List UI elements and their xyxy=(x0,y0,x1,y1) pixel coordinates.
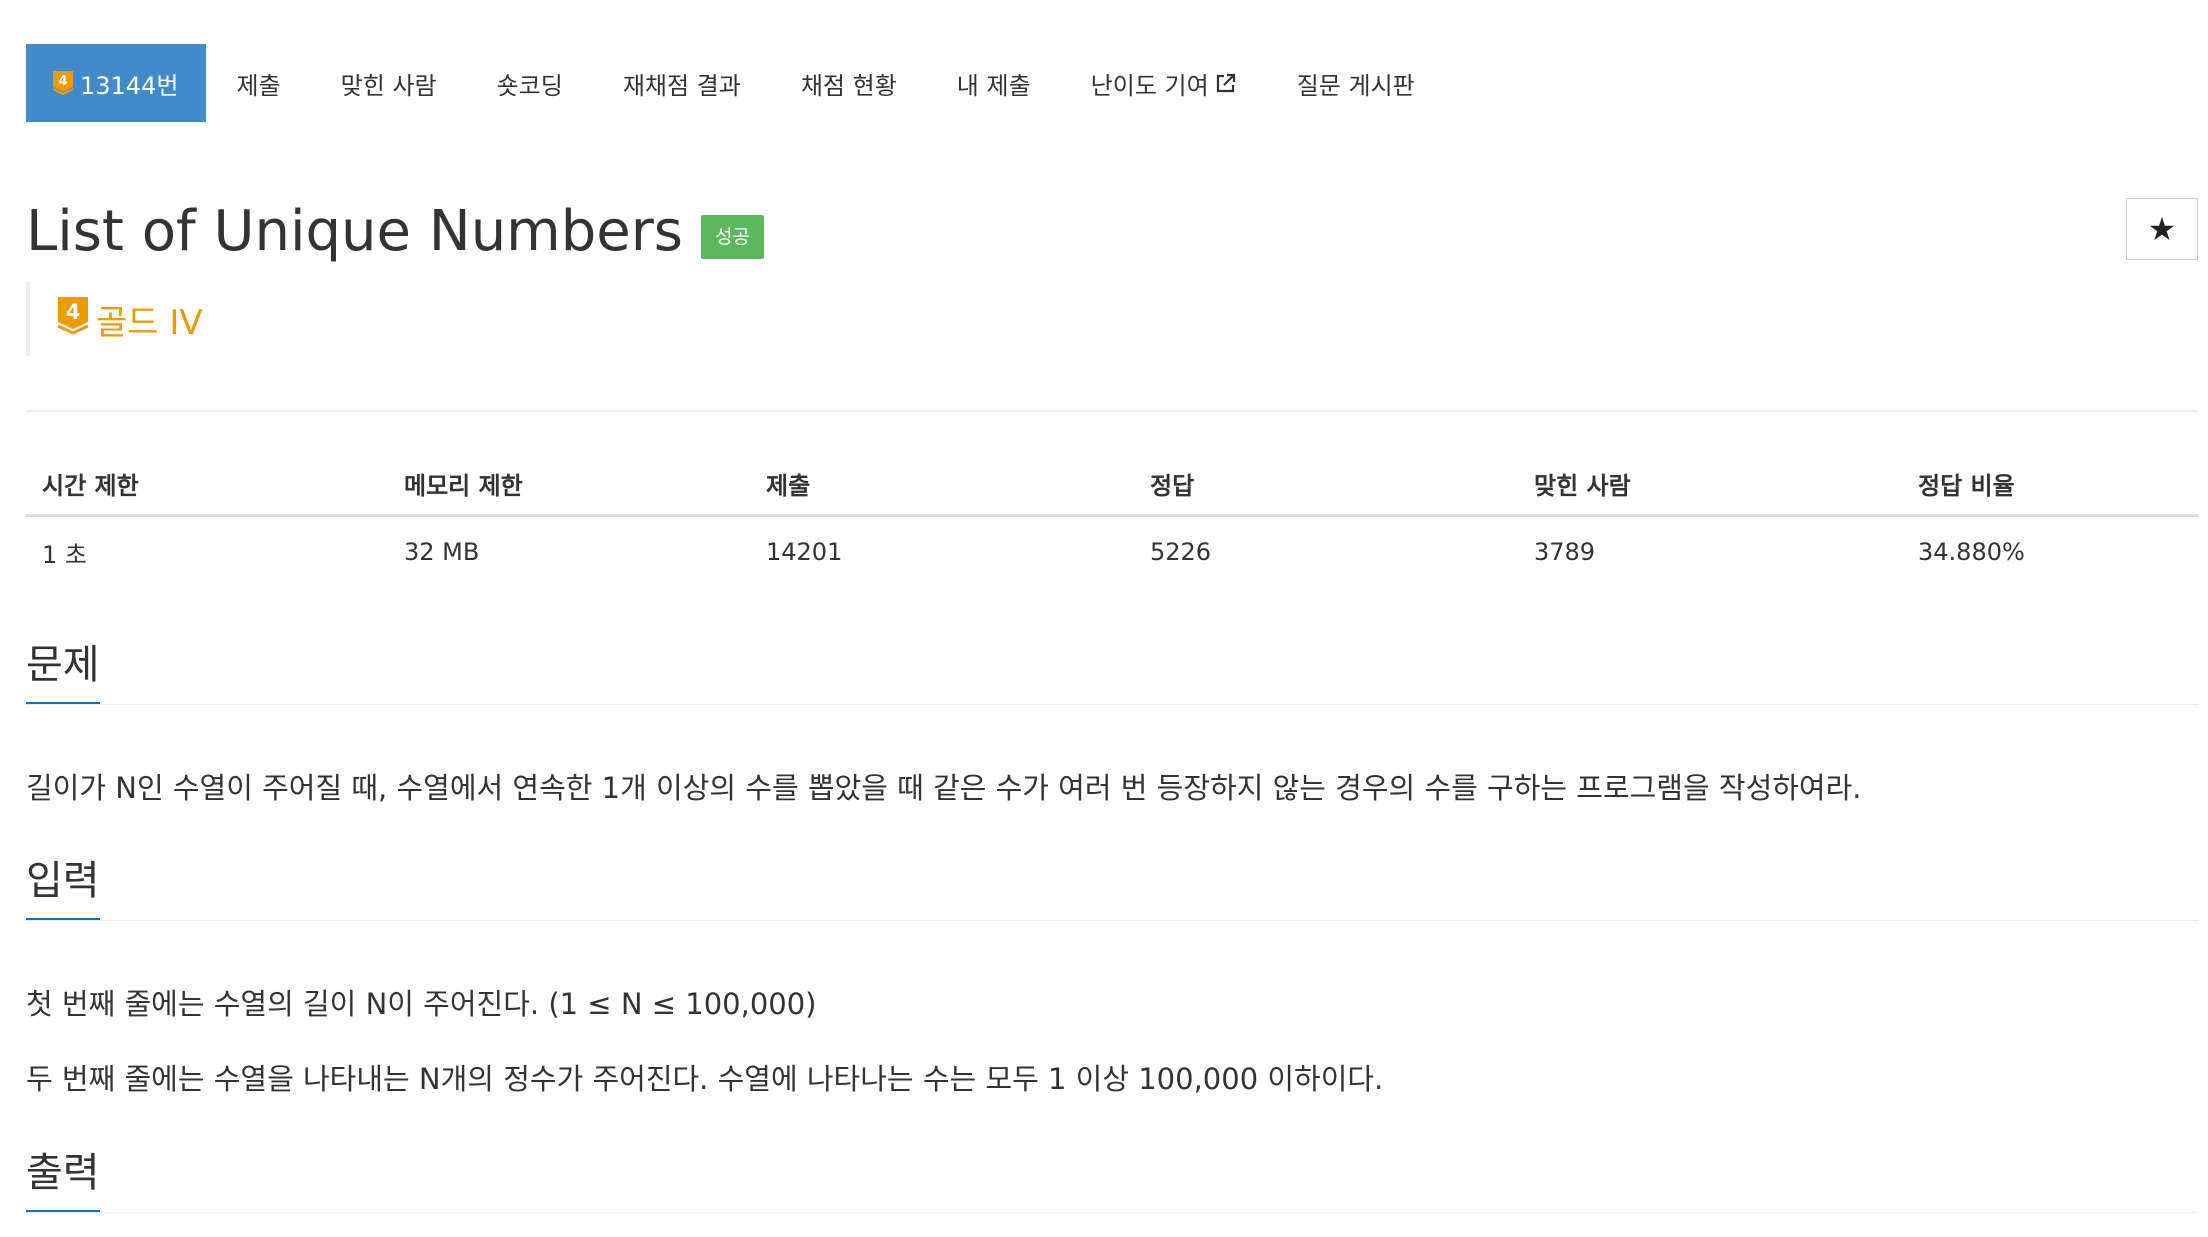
header-solved-users: 맞힌 사람 xyxy=(1518,452,1902,517)
favorite-button[interactable]: ★ xyxy=(2126,198,2198,260)
time-limit-value: 1 초 xyxy=(42,540,87,569)
tab-qna-board[interactable]: 질문 게시판 xyxy=(1267,44,1445,122)
tab-my-submissions[interactable]: 내 제출 xyxy=(927,44,1061,122)
tab-short-coding-label: 숏코딩 xyxy=(496,71,563,100)
tier-label: 골드 IV xyxy=(96,302,203,343)
problem-nav-tabs: 4 13144번 제출 맞힌 사람 숏코딩 재채점 결과 채점 현황 내 제출 … xyxy=(26,44,1445,122)
submissions-value: 14201 xyxy=(766,538,843,566)
section-input-header: 입력 xyxy=(26,856,2198,921)
problem-description: 길이가 N인 수열이 주어질 때, 수열에서 연속한 1개 이상의 수를 뽑았을… xyxy=(26,771,1862,805)
accepted-value: 5226 xyxy=(1150,538,1212,566)
tab-rejudge-results[interactable]: 재채점 결과 xyxy=(593,44,771,122)
tab-difficulty-contribution[interactable]: 난이도 기여 xyxy=(1061,44,1267,122)
tab-solved-users-label: 맞힌 사람 xyxy=(340,71,437,100)
tab-tier-number: 4 xyxy=(58,74,67,89)
problem-tier: 4 골드 IV xyxy=(26,282,203,356)
section-divider xyxy=(26,1212,2198,1213)
table-row: 1 초 32 MB 14201 5226 3789 34.880% xyxy=(26,516,2198,588)
section-divider xyxy=(26,920,2198,921)
header-memory-limit: 메모리 제한 xyxy=(388,452,750,517)
tab-status[interactable]: 채점 현황 xyxy=(771,44,927,122)
tab-status-label: 채점 현황 xyxy=(800,71,897,100)
section-input-title: 입력 xyxy=(26,856,100,921)
tab-qna-board-label: 질문 게시판 xyxy=(1296,71,1415,100)
tier-number: 4 xyxy=(66,300,81,324)
problem-title: List of Unique Numbers xyxy=(26,199,683,264)
section-problem-title: 문제 xyxy=(26,640,100,705)
problem-page: 4 13144번 제출 맞힌 사람 숏코딩 재채점 결과 채점 현황 내 제출 … xyxy=(0,0,2208,1237)
section-divider xyxy=(26,704,2198,705)
header-submissions: 제출 xyxy=(750,452,1134,517)
problem-info-table: 시간 제한 메모리 제한 제출 정답 맞힌 사람 정답 비율 1 초 32 MB… xyxy=(26,452,2198,587)
gold-tier-icon: 4 xyxy=(56,295,90,343)
tab-submit[interactable]: 제출 xyxy=(206,44,310,122)
tab-problem-label: 13144번 xyxy=(80,71,179,100)
tab-short-coding[interactable]: 숏코딩 xyxy=(467,44,593,122)
memory-limit-value: 32 MB xyxy=(404,538,480,566)
tab-my-submissions-label: 내 제출 xyxy=(956,71,1031,100)
table-header-row: 시간 제한 메모리 제한 제출 정답 맞힌 사람 정답 비율 xyxy=(26,452,2198,517)
problem-title-row: List of Unique Numbers 성공 xyxy=(26,196,764,268)
tab-solved-users[interactable]: 맞힌 사람 xyxy=(311,44,467,122)
tab-difficulty-contribution-label: 난이도 기여 xyxy=(1090,71,1209,100)
status-badge: 성공 xyxy=(700,215,764,259)
tab-submit-label: 제출 xyxy=(236,71,281,100)
section-problem-header: 문제 xyxy=(26,640,2198,705)
solved-users-value: 3789 xyxy=(1534,538,1596,566)
section-output-title: 출력 xyxy=(26,1148,100,1213)
header-time-limit: 시간 제한 xyxy=(26,452,388,517)
tab-problem[interactable]: 4 13144번 xyxy=(26,44,207,122)
tab-rejudge-results-label: 재채점 결과 xyxy=(622,71,741,100)
input-line-2: 두 번째 줄에는 수열을 나타내는 N개의 정수가 주어진다. 수열에 나타나는… xyxy=(26,1062,1384,1096)
header-accept-ratio: 정답 비율 xyxy=(1902,452,2198,517)
input-line-1: 첫 번째 줄에는 수열의 길이 N이 주어진다. (1 ≤ N ≤ 100,00… xyxy=(26,987,817,1021)
header-accepted: 정답 xyxy=(1134,452,1518,517)
accept-ratio-value: 34.880% xyxy=(1918,538,2025,566)
star-icon: ★ xyxy=(2147,210,2177,248)
external-link-icon xyxy=(1215,72,1237,94)
gold-tier-icon: 4 xyxy=(52,70,74,96)
section-output-header: 출력 xyxy=(26,1148,2198,1213)
divider xyxy=(26,410,2198,412)
